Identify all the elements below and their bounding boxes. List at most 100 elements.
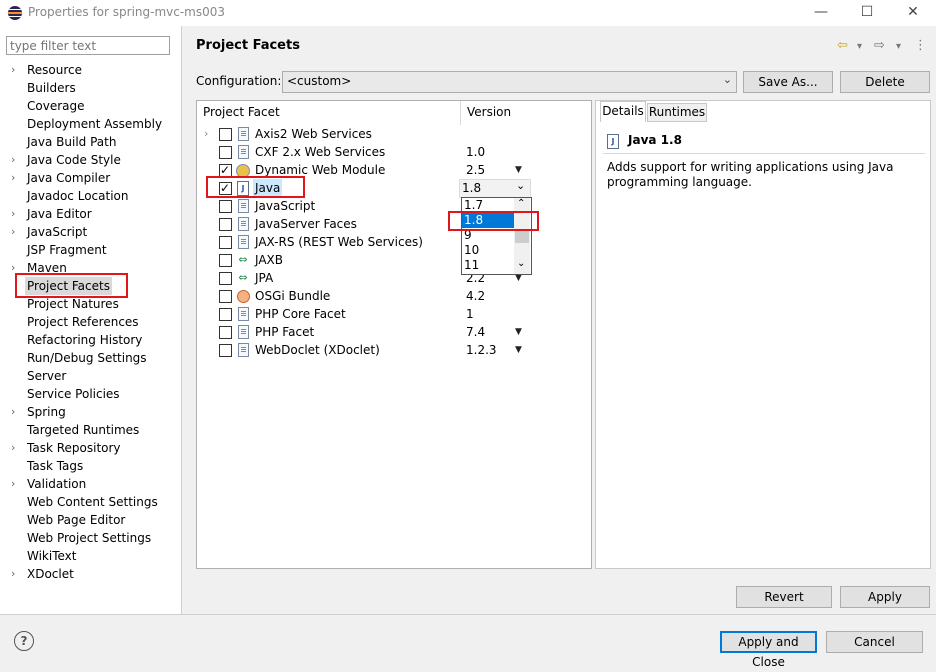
filter-input[interactable]: [6, 36, 170, 55]
facet-row[interactable]: › Axis2 Web Services: [197, 125, 591, 143]
back-arrow-icon[interactable]: ⇦: [837, 38, 848, 53]
scroll-up-icon[interactable]: ⌃: [517, 198, 525, 209]
nav-item[interactable]: › Spring: [0, 403, 180, 421]
nav-item-label: Web Project Settings: [27, 531, 152, 545]
facet-row[interactable]: WebDoclet (XDoclet) 1.2.3 ▼: [197, 341, 591, 359]
tab-details[interactable]: Details: [600, 101, 646, 122]
facet-checkbox[interactable]: [219, 344, 232, 357]
facet-checkbox[interactable]: [219, 254, 232, 267]
facet-checkbox[interactable]: [219, 128, 232, 141]
nav-item[interactable]: Project References: [0, 313, 180, 331]
delete-button[interactable]: Delete: [840, 71, 930, 93]
chevron-right-icon[interactable]: ›: [11, 223, 15, 241]
close-button[interactable]: ✕: [890, 0, 936, 26]
maximize-button[interactable]: ☐: [844, 0, 890, 26]
version-option[interactable]: 10: [462, 243, 516, 258]
facet-row[interactable]: OSGi Bundle 4.2: [197, 287, 591, 305]
version-dropdown-icon[interactable]: ▼: [515, 341, 522, 359]
facet-name: JAXB: [255, 253, 283, 267]
nav-item[interactable]: › JavaScript: [0, 223, 180, 241]
facet-checkbox[interactable]: [219, 308, 232, 321]
details-description: Adds support for writing applications us…: [607, 160, 894, 189]
nav-item[interactable]: Run/Debug Settings: [0, 349, 180, 367]
java-version-dropdown[interactable]: 1.7 1.8 9 10 11 ⌃ ⌄: [461, 197, 532, 275]
nav-item[interactable]: › Validation: [0, 475, 180, 493]
facet-checkbox[interactable]: [219, 326, 232, 339]
nav-item-label: Run/Debug Settings: [27, 351, 147, 365]
tab-runtimes[interactable]: Runtimes: [647, 103, 707, 122]
nav-item[interactable]: JSP Fragment: [0, 241, 180, 259]
facet-row[interactable]: PHP Core Facet 1: [197, 305, 591, 323]
chevron-right-icon[interactable]: ›: [11, 61, 15, 79]
apply-button[interactable]: Apply: [840, 586, 930, 608]
column-header-facet[interactable]: Project Facet: [203, 105, 280, 119]
nav-item[interactable]: Targeted Runtimes: [0, 421, 180, 439]
column-header-version[interactable]: Version: [467, 105, 511, 119]
version-option[interactable]: 11: [462, 258, 516, 273]
nav-item[interactable]: › Resource: [0, 61, 180, 79]
scroll-down-icon[interactable]: ⌄: [517, 258, 525, 269]
chevron-right-icon[interactable]: ›: [11, 565, 15, 583]
nav-item[interactable]: Javadoc Location: [0, 187, 180, 205]
chevron-right-icon[interactable]: ›: [11, 169, 15, 187]
nav-item[interactable]: › Java Editor: [0, 205, 180, 223]
chevron-right-icon[interactable]: ›: [11, 151, 15, 169]
chevron-right-icon[interactable]: ›: [11, 439, 15, 457]
facet-document-icon: [236, 233, 250, 251]
facet-checkbox[interactable]: [219, 200, 232, 213]
facet-checkbox[interactable]: [219, 218, 232, 231]
configuration-label: Configuration:: [196, 74, 282, 88]
help-icon[interactable]: ?: [14, 631, 34, 651]
chevron-right-icon[interactable]: ›: [204, 125, 208, 143]
nav-item-label: WikiText: [27, 549, 77, 563]
nav-item[interactable]: › Java Compiler: [0, 169, 180, 187]
cancel-button[interactable]: Cancel: [826, 631, 923, 653]
nav-item[interactable]: Java Build Path: [0, 133, 180, 151]
version-dropdown-icon[interactable]: ▼: [515, 323, 522, 341]
nav-item[interactable]: Deployment Assembly: [0, 115, 180, 133]
version-dropdown-icon[interactable]: ▼: [515, 161, 522, 179]
forward-arrow-icon[interactable]: ⇨: [874, 38, 885, 53]
save-as-button[interactable]: Save As...: [743, 71, 833, 93]
nav-item[interactable]: Coverage: [0, 97, 180, 115]
nav-item[interactable]: Web Content Settings: [0, 493, 180, 511]
chevron-right-icon[interactable]: ›: [11, 205, 15, 223]
page-title: Project Facets: [196, 38, 300, 53]
revert-button[interactable]: Revert: [736, 586, 832, 608]
nav-item[interactable]: › XDoclet: [0, 565, 180, 583]
facet-row[interactable]: CXF 2.x Web Services 1.0: [197, 143, 591, 161]
facet-document-icon: [236, 305, 250, 323]
nav-item-label: Targeted Runtimes: [27, 423, 140, 437]
configuration-select[interactable]: <custom> ⌄: [282, 71, 737, 93]
back-dropdown-icon[interactable]: ▾: [857, 41, 862, 52]
facet-checkbox[interactable]: [219, 290, 232, 303]
facet-checkbox[interactable]: [219, 146, 232, 159]
chevron-right-icon[interactable]: ›: [11, 475, 15, 493]
java-version-combo[interactable]: 1.8 ⌄: [459, 179, 531, 198]
facet-name: PHP Core Facet: [255, 307, 346, 321]
nav-item[interactable]: Web Project Settings: [0, 529, 180, 547]
chevron-right-icon[interactable]: ›: [11, 403, 15, 421]
nav-item[interactable]: Service Policies: [0, 385, 180, 403]
apply-and-close-button[interactable]: Apply and Close: [720, 631, 817, 669]
nav-item[interactable]: Web Page Editor: [0, 511, 180, 529]
facet-document-icon: [236, 323, 250, 341]
scrollbar-thumb[interactable]: [515, 229, 529, 243]
facet-checkbox[interactable]: [219, 236, 232, 249]
view-menu-icon[interactable]: ⋮: [914, 38, 927, 53]
nav-item[interactable]: WikiText: [0, 547, 180, 565]
nav-item[interactable]: Refactoring History: [0, 331, 180, 349]
chevron-down-icon: ⌄: [722, 73, 732, 86]
minimize-button[interactable]: —: [798, 0, 844, 26]
forward-dropdown-icon[interactable]: ▾: [896, 41, 901, 52]
facet-version: 4.2: [466, 289, 486, 303]
nav-item[interactable]: Task Tags: [0, 457, 180, 475]
nav-item[interactable]: › Java Code Style: [0, 151, 180, 169]
facet-checkbox[interactable]: [219, 272, 232, 285]
facet-version: 1.0: [466, 145, 486, 159]
nav-item[interactable]: Builders: [0, 79, 180, 97]
facet-row[interactable]: PHP Facet 7.4 ▼: [197, 323, 591, 341]
nav-item[interactable]: Server: [0, 367, 180, 385]
nav-item[interactable]: › Task Repository: [0, 439, 180, 457]
details-title: Java 1.8: [628, 133, 682, 147]
